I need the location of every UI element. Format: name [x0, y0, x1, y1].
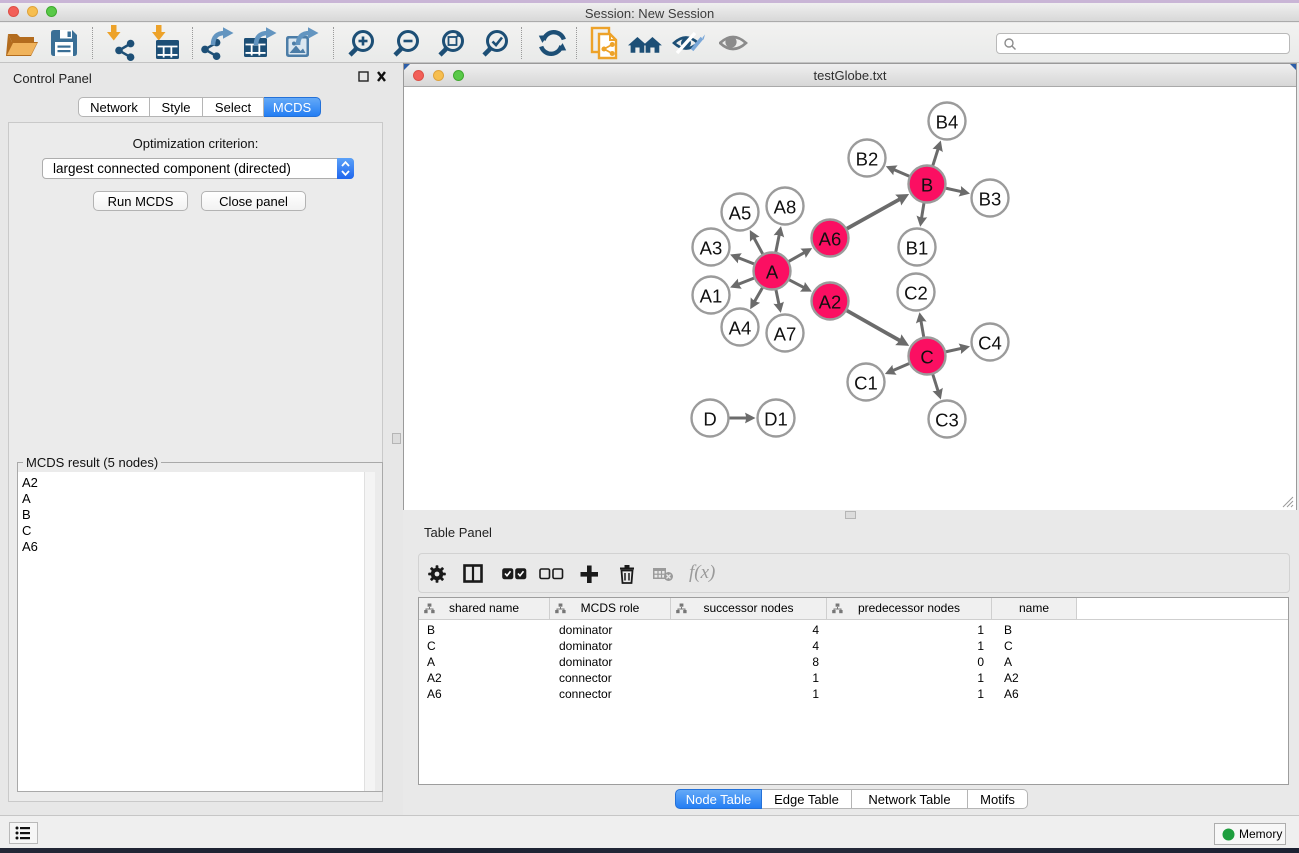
svg-text:A: A — [766, 262, 779, 283]
svg-text:C3: C3 — [935, 410, 959, 431]
svg-text:C2: C2 — [904, 283, 928, 304]
svg-text:A1: A1 — [700, 286, 723, 307]
svg-text:B1: B1 — [906, 238, 929, 259]
svg-text:D1: D1 — [764, 409, 788, 430]
svg-text:B3: B3 — [979, 189, 1002, 210]
svg-text:A3: A3 — [700, 238, 723, 259]
svg-text:A7: A7 — [774, 324, 797, 345]
svg-text:A8: A8 — [774, 197, 797, 218]
svg-text:D: D — [703, 409, 716, 430]
svg-text:C1: C1 — [854, 373, 878, 394]
svg-text:A5: A5 — [729, 203, 752, 224]
svg-text:A2: A2 — [819, 292, 842, 313]
svg-text:A4: A4 — [729, 318, 752, 339]
svg-text:B4: B4 — [936, 112, 959, 133]
svg-text:B2: B2 — [856, 149, 879, 170]
svg-text:C: C — [920, 347, 933, 368]
svg-text:A6: A6 — [819, 229, 842, 250]
svg-text:C4: C4 — [978, 333, 1002, 354]
svg-text:B: B — [921, 175, 933, 196]
